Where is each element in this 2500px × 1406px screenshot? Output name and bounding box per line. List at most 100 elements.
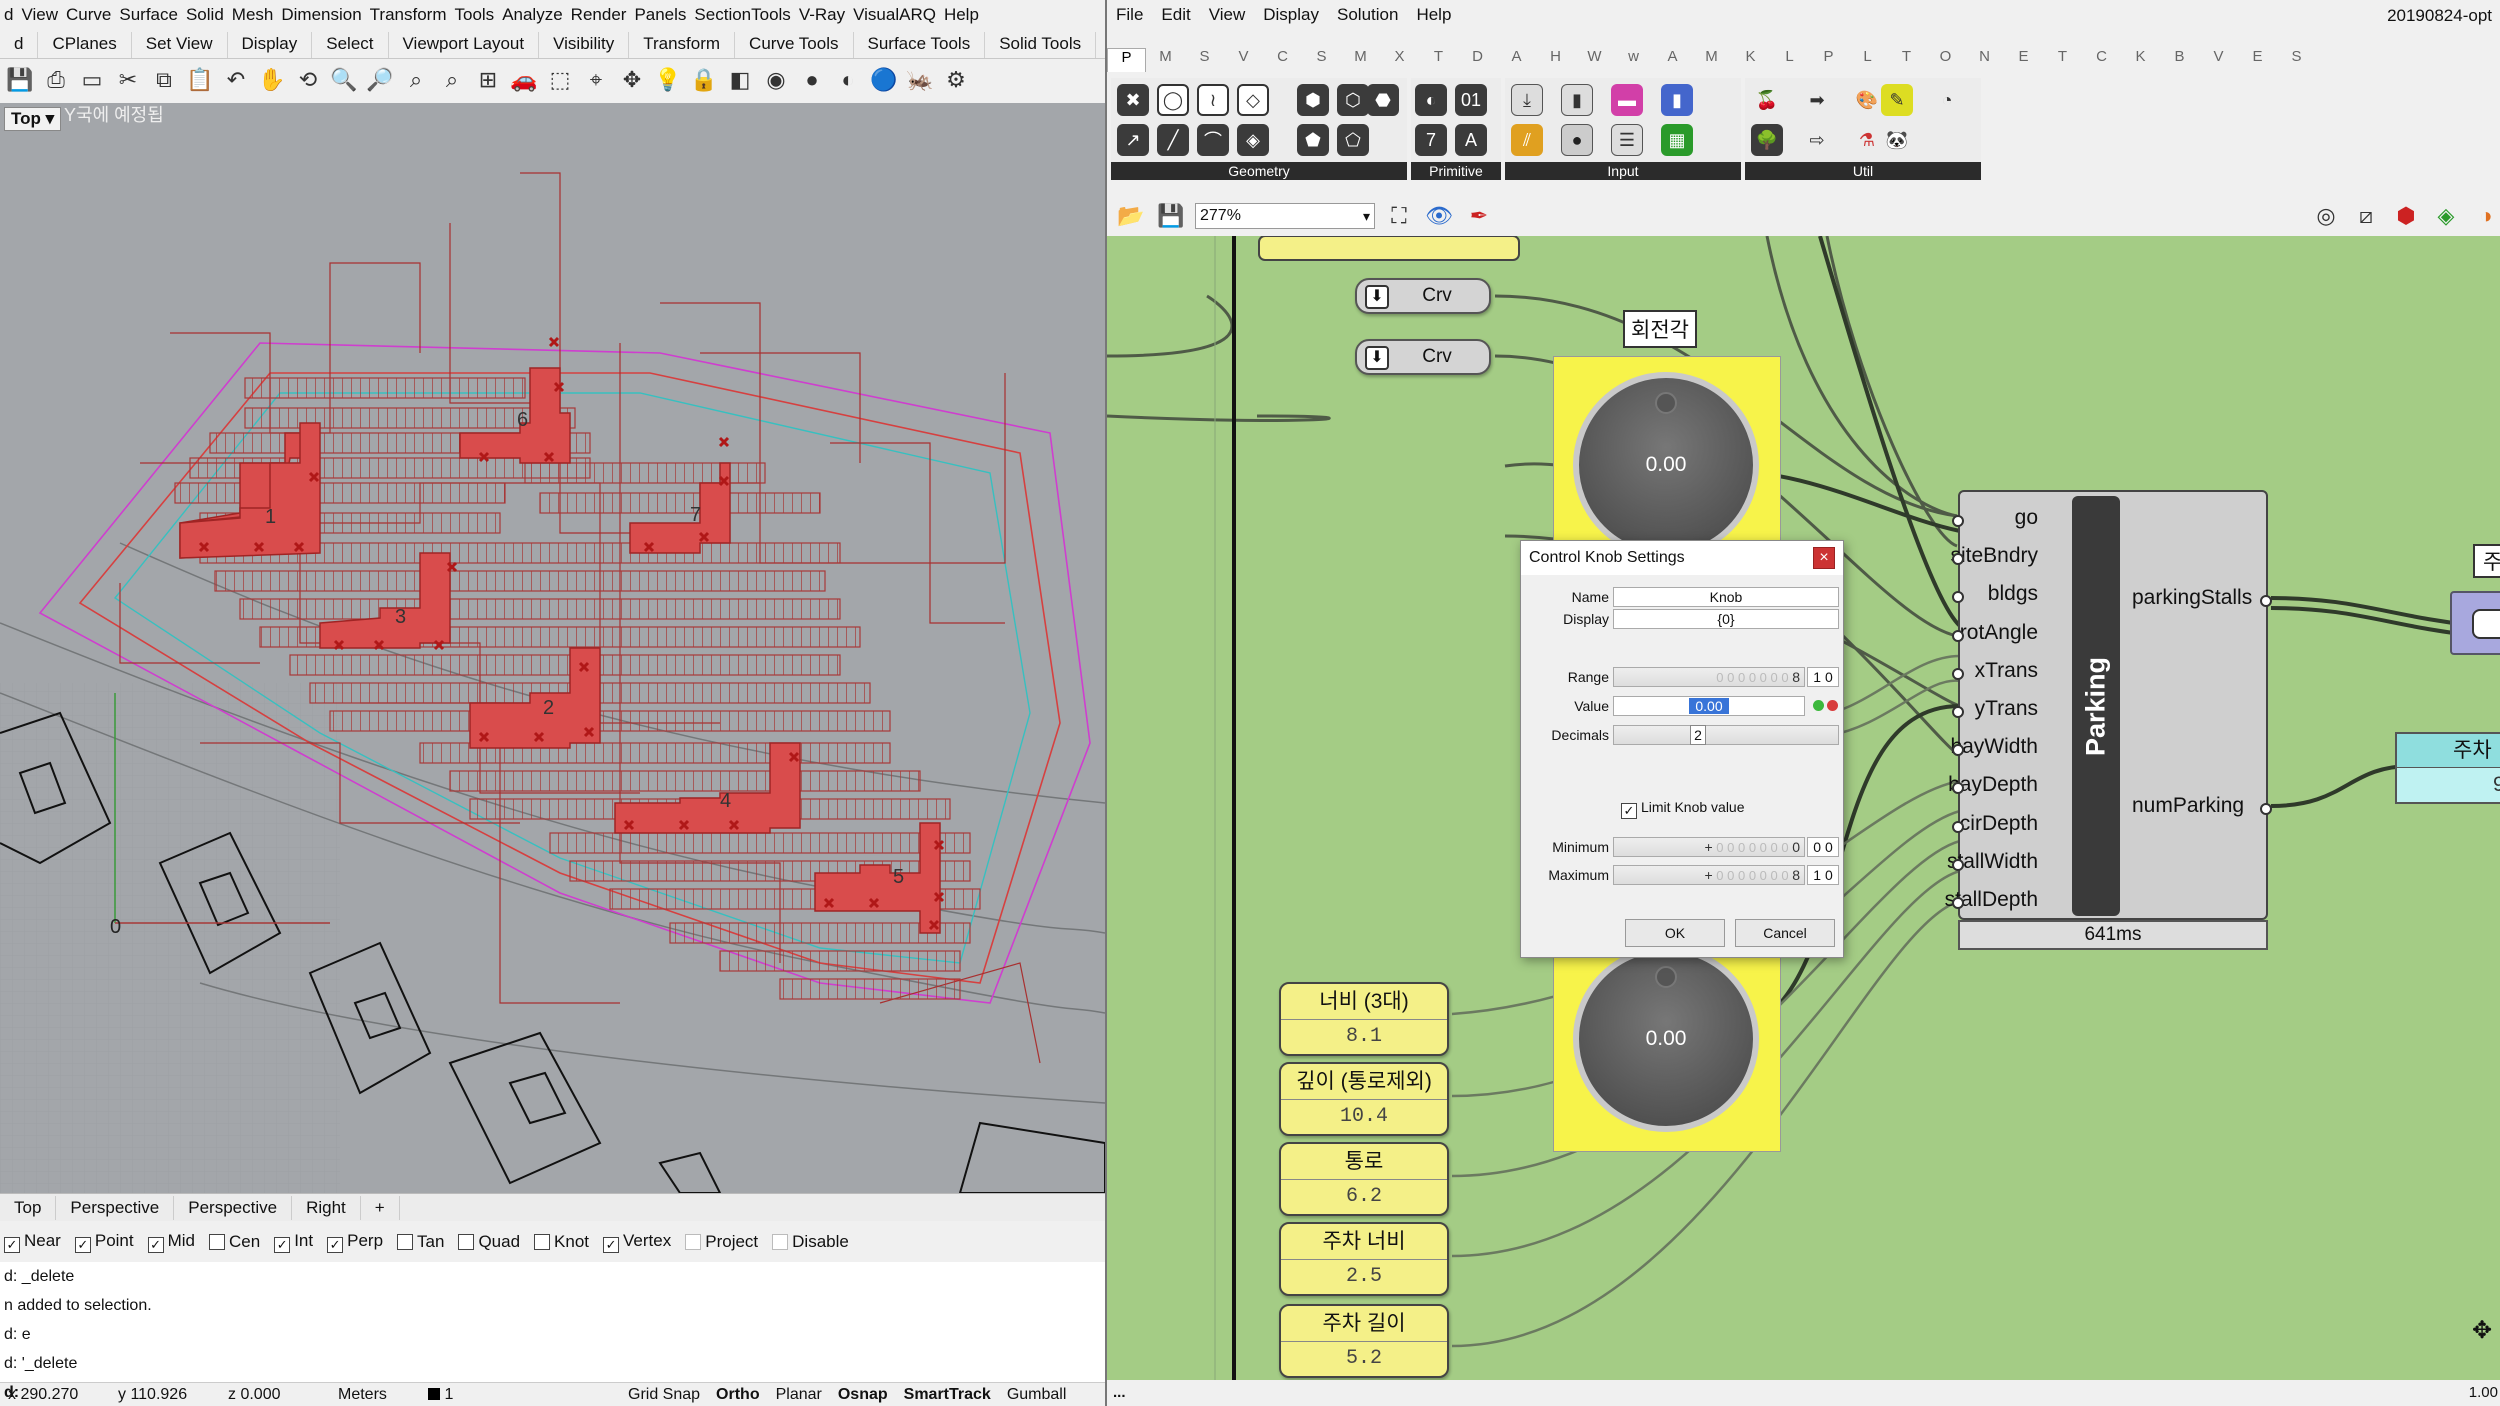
input-grip[interactable] xyxy=(1952,667,1964,680)
gh-tab-c[interactable]: C xyxy=(1263,48,1302,72)
toolbar-tab-transform[interactable]: Transform xyxy=(629,32,736,58)
preview-wire-icon[interactable]: ◎ xyxy=(2310,200,2342,232)
menu-panels[interactable]: Panels xyxy=(630,5,690,25)
limit-knob-checkbox[interactable]: ✓ Limit Knob value xyxy=(1621,799,1745,819)
settings-icon[interactable]: ⚙ xyxy=(940,64,972,96)
gh-tab-a[interactable]: A xyxy=(1653,48,1692,72)
output-grip[interactable] xyxy=(2260,803,2272,815)
menu-sectiontools[interactable]: SectionTools xyxy=(690,5,794,25)
rendered-sphere-icon[interactable]: ◐ xyxy=(832,64,864,96)
maximum-digits[interactable]: 1 0 xyxy=(1807,865,1839,885)
menu-tools[interactable]: Tools xyxy=(451,5,499,25)
menu-render[interactable]: Render xyxy=(567,5,631,25)
toolbar-tab-display[interactable]: Display xyxy=(228,32,313,58)
open-file-icon[interactable]: 📂 xyxy=(1115,200,1147,232)
slider-stall-width[interactable]: 주차 너비 2.5 xyxy=(1279,1222,1449,1296)
value-field[interactable]: 0.00 xyxy=(1613,696,1805,716)
gh-tab-c[interactable]: C xyxy=(2082,48,2121,72)
new-layout-icon[interactable]: ▭ xyxy=(76,64,108,96)
gh-menu-view[interactable]: View xyxy=(1200,5,1255,25)
add-viewport-icon[interactable]: + xyxy=(361,1195,400,1220)
menu-transform[interactable]: Transform xyxy=(366,5,451,25)
cancel-button[interactable]: Cancel xyxy=(1735,919,1835,947)
close-icon[interactable]: × xyxy=(1813,547,1835,569)
viewport-tab-perspective[interactable]: Perspective xyxy=(174,1195,293,1220)
gh-tab-t[interactable]: T xyxy=(1887,48,1926,72)
zoom-combobox[interactable]: 277% xyxy=(1195,203,1375,229)
preview-gumball-icon[interactable]: ◑ xyxy=(2470,200,2500,232)
osnap-disable[interactable]: Disable xyxy=(772,1232,849,1252)
paste-icon[interactable]: 📋 xyxy=(184,64,216,96)
gh-tab-s[interactable]: S xyxy=(2277,48,2316,72)
util-panda-icon[interactable]: 🐼 xyxy=(1881,124,1913,156)
osnap-tan[interactable]: Tan xyxy=(397,1232,444,1252)
viewport-title[interactable]: Top ▾ xyxy=(4,107,62,131)
slider-aisle[interactable]: 통로 6.2 xyxy=(1279,1142,1449,1216)
light-icon[interactable]: 💡 xyxy=(652,64,684,96)
input-ytrans[interactable]: yTrans xyxy=(1975,697,2038,721)
util-brush-icon[interactable]: ✎ xyxy=(1881,84,1913,116)
cplane-icon[interactable]: ⬚ xyxy=(544,64,576,96)
select-icon[interactable]: ⌖ xyxy=(580,64,612,96)
gh-tab-o[interactable]: O xyxy=(1926,48,1965,72)
util-flask-icon[interactable]: ⚗ xyxy=(1851,124,1883,156)
input-grip[interactable] xyxy=(1952,515,1964,527)
osnap-perp[interactable]: ✓ Perp xyxy=(327,1231,383,1253)
toolbar-tab-curve-tools[interactable]: Curve Tools xyxy=(735,32,854,58)
input-matrix-icon[interactable]: ▦ xyxy=(1661,124,1693,156)
param-mesh-icon[interactable]: ⬣ xyxy=(1367,84,1399,116)
num-parking-panel[interactable]: 주차 9 xyxy=(2395,732,2500,804)
gh-tab-l[interactable]: L xyxy=(1770,48,1809,72)
param-text-icon[interactable]: A xyxy=(1455,124,1487,156)
toolbar-tab-visibility[interactable]: Visibility xyxy=(539,32,630,58)
command-history[interactable]: d: _delete n added to selection. d: e d: '_… xyxy=(0,1262,1105,1401)
param-circle-icon[interactable]: ◯ xyxy=(1157,84,1189,116)
param-field-icon[interactable]: ⬠ xyxy=(1337,124,1369,156)
color-wheel-icon[interactable]: ◉ xyxy=(760,64,792,96)
zoom-icon[interactable]: 🔍 xyxy=(328,64,360,96)
preview-shaded-icon[interactable]: ⧄ xyxy=(2350,200,2382,232)
input-list-icon[interactable]: ☰ xyxy=(1611,124,1643,156)
input-grip[interactable] xyxy=(1952,820,1964,833)
menu-help[interactable]: Help xyxy=(940,5,983,25)
menu-dimension[interactable]: Dimension xyxy=(277,5,365,25)
minimum-field[interactable]: + 0 0 0 0 0 0 0 0 xyxy=(1613,837,1805,857)
gh-tab-m[interactable]: M xyxy=(1692,48,1731,72)
menu-analyze[interactable]: Analyze xyxy=(498,5,566,25)
input-import-icon[interactable]: ⤓ xyxy=(1511,84,1543,116)
name-field[interactable]: Knob xyxy=(1613,587,1839,607)
slider-depth[interactable]: 깊이 (통로제외) 10.4 xyxy=(1279,1062,1449,1136)
gh-menu-edit[interactable]: Edit xyxy=(1152,5,1199,25)
gh-tab-n[interactable]: N xyxy=(1965,48,2004,72)
gh-menu-solution[interactable]: Solution xyxy=(1328,5,1407,25)
copy-icon[interactable]: ⧉ xyxy=(148,64,180,96)
param-curve-icon[interactable]: ≀ xyxy=(1197,84,1229,116)
osnap-cen[interactable]: Cen xyxy=(209,1232,260,1252)
osnap-int[interactable]: ✓ Int xyxy=(274,1231,313,1253)
minimum-digits[interactable]: 0 0 xyxy=(1807,837,1839,857)
shaded-sphere-icon[interactable]: ● xyxy=(796,64,828,96)
input-grip[interactable] xyxy=(1952,706,1964,718)
menu-mesh[interactable]: Mesh xyxy=(228,5,278,25)
param-point-icon[interactable]: ✖ xyxy=(1117,84,1149,116)
right-top-component[interactable] xyxy=(2450,591,2500,655)
gh-tab-k[interactable]: K xyxy=(2121,48,2160,72)
toolbar-tab-set-view[interactable]: Set View xyxy=(132,32,228,58)
lock-icon[interactable]: 🔒 xyxy=(688,64,720,96)
param-plane-icon[interactable]: ◇ xyxy=(1237,84,1269,116)
toolbar-tab-viewport-layout[interactable]: Viewport Layout xyxy=(389,32,540,58)
osnap-project[interactable]: Project xyxy=(685,1232,758,1252)
menu-curve[interactable]: Curve xyxy=(62,5,115,25)
gh-tab-x[interactable]: X xyxy=(1380,48,1419,72)
gh-tab-l[interactable]: L xyxy=(1848,48,1887,72)
control-knob-bottom[interactable]: 0.00 xyxy=(1573,946,1759,1132)
gh-tab-m[interactable]: M xyxy=(1341,48,1380,72)
toolbar-tab-d[interactable]: d xyxy=(0,32,39,58)
input-grip[interactable] xyxy=(1952,591,1964,604)
status-toggle-grid-snap[interactable]: Grid Snap xyxy=(620,1386,708,1403)
param-boolean-icon[interactable]: ◐ xyxy=(1415,84,1447,116)
zoom-extents-icon[interactable]: ⛶ xyxy=(1383,200,1415,232)
slider-partial-top[interactable] xyxy=(1258,236,1520,261)
input-rotangle[interactable]: rotAngle xyxy=(1960,621,2038,645)
input-xtrans[interactable]: xTrans xyxy=(1975,659,2038,683)
